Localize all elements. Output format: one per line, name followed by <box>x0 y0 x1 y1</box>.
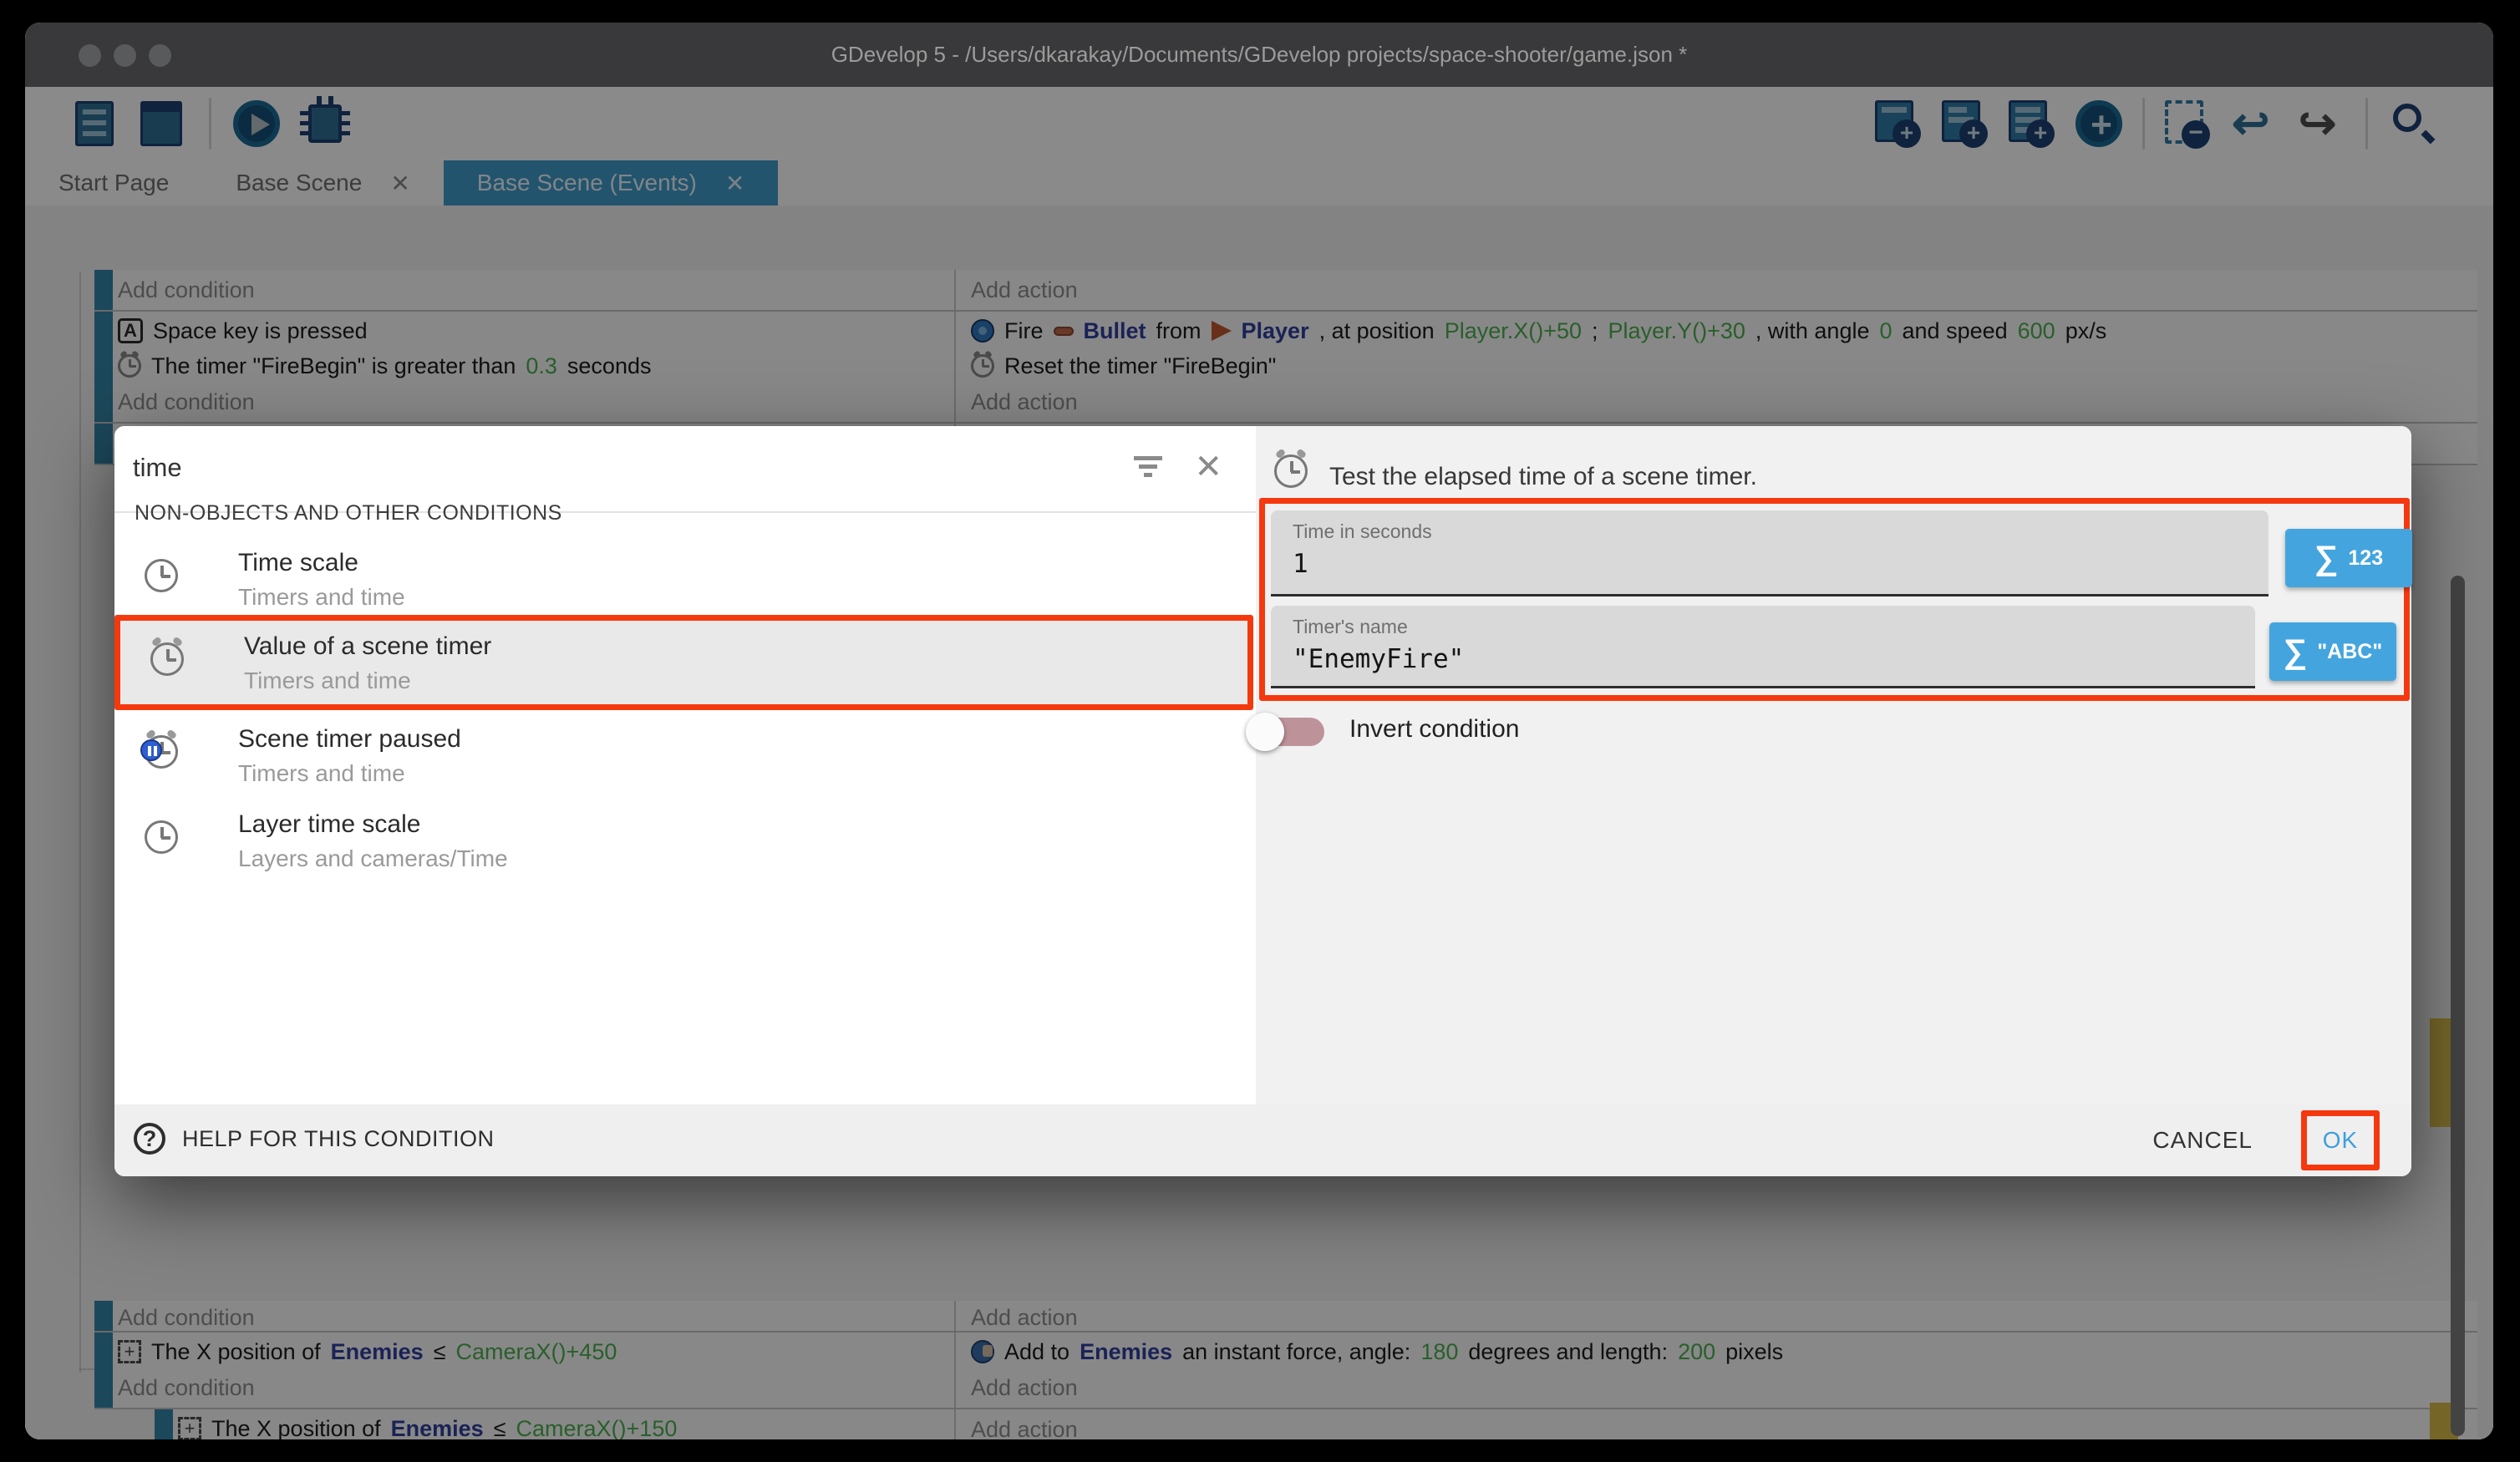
alarm-pause-icon <box>145 735 178 769</box>
sigma-icon: ∑ <box>2314 541 2339 575</box>
invert-condition-label: Invert condition <box>1349 715 1519 744</box>
traffic-light-minimize-icon[interactable] <box>114 44 136 67</box>
section-header: NON-OBJECTS AND OTHER CONDITIONS <box>135 501 562 525</box>
alarm-clock-icon <box>150 642 184 676</box>
condition-list-item-scene-timer-paused[interactable]: Scene timer paused Timers and time <box>114 713 1253 797</box>
field-label: Time in seconds <box>1293 520 1432 543</box>
cancel-button[interactable]: CANCEL <box>2136 1104 2269 1176</box>
fields-annotation-box: Time in seconds 1 ∑ 123 Timer's name "En… <box>1259 498 2410 701</box>
help-button[interactable]: ? HELP FOR THIS CONDITION <box>134 1123 495 1155</box>
close-icon[interactable]: ✕ <box>1194 448 1222 486</box>
invert-condition-toggle-knob[interactable] <box>1246 713 1284 751</box>
clock-icon <box>145 820 178 854</box>
condition-subtitle: Timers and time <box>238 584 405 611</box>
condition-list-panel: time ✕ NON-OBJECTS AND OTHER CONDITIONS … <box>114 426 1256 1104</box>
condition-subtitle: Layers and cameras/Time <box>238 845 508 872</box>
time-in-seconds-field[interactable]: Time in seconds 1 <box>1271 510 2269 596</box>
alarm-clock-icon <box>1274 454 1308 488</box>
search-input[interactable]: time <box>133 453 182 483</box>
window-title: GDevelop 5 - /Users/dkarakay/Documents/G… <box>831 42 1688 68</box>
ok-button[interactable]: OK <box>2323 1127 2358 1154</box>
condition-list-item-value-of-a-scene-timer[interactable]: Value of a scene timer Timers and time <box>120 621 1245 704</box>
condition-title: Scene timer paused <box>238 725 461 754</box>
dialog-footer: ? HELP FOR THIS CONDITION CANCEL OK <box>114 1104 2411 1176</box>
condition-list-item-time-scale[interactable]: Time scale Timers and time <box>114 537 1253 621</box>
help-icon: ? <box>134 1123 165 1155</box>
choose-condition-dialog: time ✕ NON-OBJECTS AND OTHER CONDITIONS … <box>114 426 2411 1176</box>
condition-detail-panel: Test the elapsed time of a scene timer. … <box>1256 426 2411 1104</box>
field-value: 1 <box>1293 549 1308 579</box>
titlebar: GDevelop 5 - /Users/dkarakay/Documents/G… <box>25 23 2493 87</box>
clock-icon <box>145 559 178 592</box>
condition-title: Layer time scale <box>238 810 420 839</box>
timer-name-field[interactable]: Timer's name "EnemyFire" <box>1271 606 2255 688</box>
traffic-light-zoom-icon[interactable] <box>149 44 171 67</box>
condition-title: Value of a scene timer <box>244 632 491 661</box>
selected-condition-annotation: Value of a scene timer Timers and time <box>114 615 1253 710</box>
ok-annotation-box: OK <box>2301 1110 2380 1170</box>
condition-subtitle: Timers and time <box>238 760 405 787</box>
filter-icon[interactable] <box>1134 456 1162 481</box>
expression-editor-button-123[interactable]: ∑ 123 <box>2285 529 2412 587</box>
condition-description: Test the elapsed time of a scene timer. <box>1329 463 1757 491</box>
field-value: "EnemyFire" <box>1293 644 1464 674</box>
condition-list-item-layer-time-scale[interactable]: Layer time scale Layers and cameras/Time <box>114 799 1253 882</box>
condition-subtitle: Timers and time <box>244 668 411 694</box>
traffic-light-close-icon[interactable] <box>79 44 101 67</box>
expression-editor-button-abc[interactable]: ∑ "ABC" <box>2269 622 2396 681</box>
condition-title: Time scale <box>238 549 358 577</box>
field-label: Timer's name <box>1293 616 1408 638</box>
search-header: time ✕ <box>114 426 1256 513</box>
sigma-icon: ∑ <box>2284 635 2308 668</box>
gdevelop-window: GDevelop 5 - /Users/dkarakay/Documents/G… <box>25 23 2493 1439</box>
pause-badge-icon <box>140 739 162 761</box>
